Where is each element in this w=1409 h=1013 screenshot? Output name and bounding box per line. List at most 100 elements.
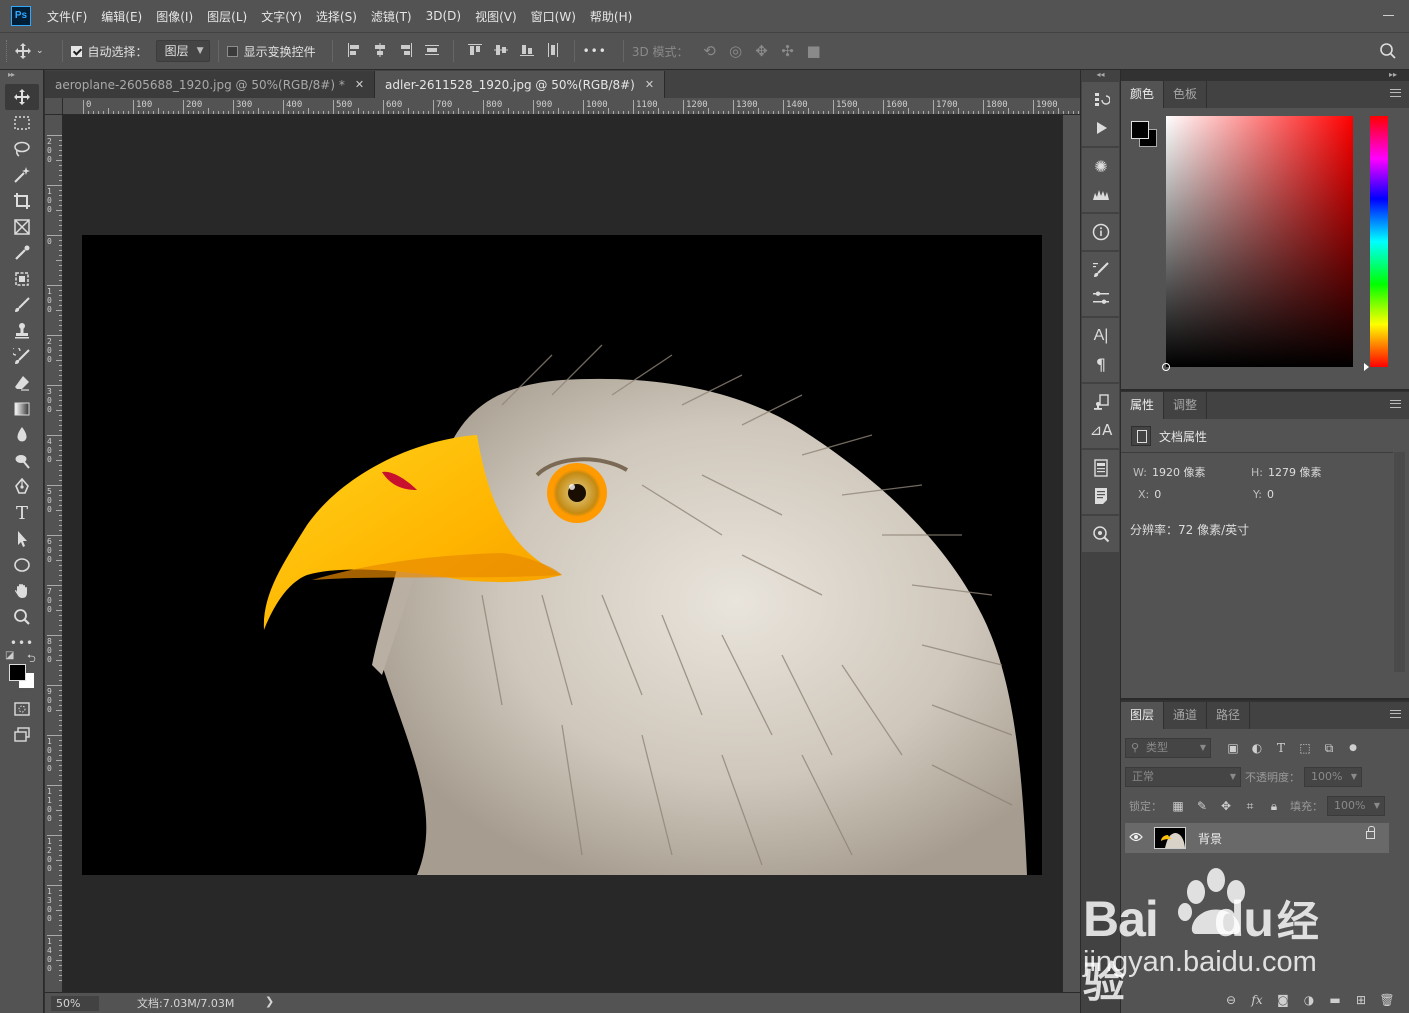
link-layers-icon[interactable]: ⊖: [1223, 992, 1239, 1008]
tab-layers[interactable]: 图层: [1121, 702, 1165, 729]
align-middle-v-icon[interactable]: [492, 42, 510, 60]
brush-settings-icon[interactable]: ✺: [1082, 152, 1120, 180]
new-layer-icon[interactable]: ⊞: [1353, 992, 1369, 1008]
lock-position-icon[interactable]: ✥: [1218, 798, 1234, 814]
clone-stamp-tool-icon[interactable]: [5, 318, 39, 344]
3d-roll-icon[interactable]: ◎: [727, 42, 745, 60]
learn-panel-icon[interactable]: [1082, 520, 1120, 548]
align-top-icon[interactable]: [466, 42, 484, 60]
toolbar-collapse-button[interactable]: ▸▸: [0, 70, 43, 84]
color-swatches[interactable]: ◪ ⮌: [5, 650, 39, 696]
y-property[interactable]: Y: 0: [1253, 488, 1274, 501]
layer-filter-dropdown[interactable]: ⚲ 类型 ▼: [1125, 738, 1211, 758]
pen-tool-icon[interactable]: [5, 474, 39, 500]
search-icon[interactable]: [1379, 42, 1399, 62]
eraser-tool-icon[interactable]: [5, 370, 39, 396]
opacity-field[interactable]: 100% ▼: [1304, 767, 1362, 787]
preset-chevron-icon[interactable]: ⌄: [36, 46, 44, 56]
lock-artboard-icon[interactable]: ⌗: [1242, 798, 1258, 814]
crop-tool-icon[interactable]: [5, 188, 39, 214]
menu-window[interactable]: 窗口(W): [531, 8, 576, 25]
status-menu-arrow-icon[interactable]: ❯: [265, 995, 274, 1008]
align-left-icon[interactable]: [345, 42, 363, 60]
info-panel-icon[interactable]: [1082, 218, 1120, 246]
healing-brush-tool-icon[interactable]: [5, 266, 39, 292]
panels-collapse-button[interactable]: ▸▸: [1389, 70, 1397, 79]
doc-tab-adler[interactable]: adler-2611528_1920.jpg @ 50%(RGB/8#) ✕: [375, 71, 666, 98]
path-selection-tool-icon[interactable]: [5, 526, 39, 552]
character-panel-icon[interactable]: A|: [1082, 322, 1120, 350]
x-property[interactable]: X: 0: [1138, 488, 1161, 501]
swap-colors-icon[interactable]: ⮌: [27, 650, 36, 669]
layer-style-icon[interactable]: fx: [1249, 992, 1265, 1008]
filter-pixel-icon[interactable]: ▣: [1225, 740, 1241, 756]
layer-name[interactable]: 背景: [1198, 830, 1222, 847]
lock-image-pixels-icon[interactable]: ✎: [1194, 798, 1210, 814]
doc-tab-aeroplane[interactable]: aeroplane-2605688_1920.jpg @ 50%(RGB/8#)…: [45, 71, 376, 98]
hue-slider[interactable]: [1364, 116, 1388, 371]
layer-thumbnail[interactable]: [1154, 827, 1186, 849]
notes-panel-icon[interactable]: [1082, 482, 1120, 510]
document-canvas[interactable]: [82, 235, 1042, 875]
canvas-area[interactable]: [63, 115, 1062, 992]
panel-menu-icon[interactable]: [1390, 710, 1401, 718]
tab-properties[interactable]: 属性: [1121, 392, 1165, 419]
lock-all-icon[interactable]: 🔒︎: [1266, 798, 1282, 814]
3d-orbit-icon[interactable]: ⟲: [701, 42, 719, 60]
lasso-tool-icon[interactable]: [5, 136, 39, 162]
vertical-ruler[interactable]: 200 100 0 100 200 300 400 500 600 700 800 900 1000 11…: [45, 115, 63, 992]
panel-menu-icon[interactable]: [1390, 89, 1401, 97]
menu-image[interactable]: 图像(I): [156, 8, 193, 25]
history-brush-tool-icon[interactable]: [5, 344, 39, 370]
menu-help[interactable]: 帮助(H): [590, 8, 632, 25]
screen-mode-icon[interactable]: [5, 722, 39, 748]
3d-slide-icon[interactable]: ✣: [779, 42, 797, 60]
height-property[interactable]: H: 1279 像素: [1251, 464, 1321, 480]
adjustments-sliders-icon[interactable]: [1082, 284, 1120, 312]
hand-tool-icon[interactable]: [5, 578, 39, 604]
filter-toggle-icon[interactable]: ●: [1345, 740, 1361, 756]
eyedropper-tool-icon[interactable]: [5, 240, 39, 266]
auto-select-target-dropdown[interactable]: 图层 ▼: [155, 40, 210, 62]
show-transform-checkbox[interactable]: [226, 45, 238, 57]
align-center-h-icon[interactable]: [371, 42, 389, 60]
menu-edit[interactable]: 编辑(E): [101, 8, 142, 25]
menu-select[interactable]: 选择(S): [316, 8, 357, 25]
color-panel-foreground-swatch[interactable]: [1131, 121, 1149, 139]
tab-color[interactable]: 颜色: [1121, 81, 1165, 108]
brush-tool-icon[interactable]: [5, 292, 39, 318]
brushes-panel-icon[interactable]: [1082, 256, 1120, 284]
ruler-origin[interactable]: [45, 98, 63, 115]
history-panel-icon[interactable]: [1082, 86, 1120, 114]
filter-adjustment-icon[interactable]: ◐: [1249, 740, 1265, 756]
distribute-horizontal-icon[interactable]: [544, 42, 562, 60]
close-icon[interactable]: ✕: [355, 78, 364, 91]
move-tool-icon[interactable]: [5, 84, 39, 110]
clone-source-icon[interactable]: [1082, 388, 1120, 416]
menu-type[interactable]: 文字(Y): [261, 8, 302, 25]
horizontal-ruler[interactable]: 0 100 200 300 400 500 600 700 800 900 1000 1100 1200…: [63, 98, 1080, 115]
ellipse-tool-icon[interactable]: [5, 552, 39, 578]
default-colors-icon[interactable]: ◪: [5, 650, 14, 661]
align-right-icon[interactable]: [397, 42, 415, 60]
filter-smart-object-icon[interactable]: ⧉: [1321, 740, 1337, 756]
filter-type-icon[interactable]: T: [1273, 740, 1289, 756]
marquee-tool-icon[interactable]: [5, 110, 39, 136]
minimize-button[interactable]: [1379, 6, 1399, 24]
frame-tool-icon[interactable]: [5, 214, 39, 240]
menu-layer[interactable]: 图层(L): [207, 8, 247, 25]
zoom-tool-icon[interactable]: [5, 604, 39, 630]
hue-slider-marker[interactable]: [1364, 363, 1369, 371]
canvas-vertical-scrollbar[interactable]: [1062, 115, 1080, 992]
tab-paths[interactable]: 路径: [1207, 702, 1251, 729]
tab-adjustments[interactable]: 调整: [1164, 392, 1208, 419]
panel-menu-icon[interactable]: [1390, 400, 1401, 408]
menu-3d[interactable]: 3D(D): [426, 9, 461, 23]
tab-swatches[interactable]: 色板: [1164, 81, 1208, 108]
tab-channels[interactable]: 通道: [1164, 702, 1208, 729]
add-mask-icon[interactable]: ◙: [1275, 992, 1291, 1008]
quick-mask-icon[interactable]: [5, 696, 39, 722]
color-field-marker[interactable]: [1162, 363, 1170, 371]
zoom-level-field[interactable]: 50%: [51, 995, 99, 1011]
visibility-eye-icon[interactable]: [1125, 831, 1147, 845]
